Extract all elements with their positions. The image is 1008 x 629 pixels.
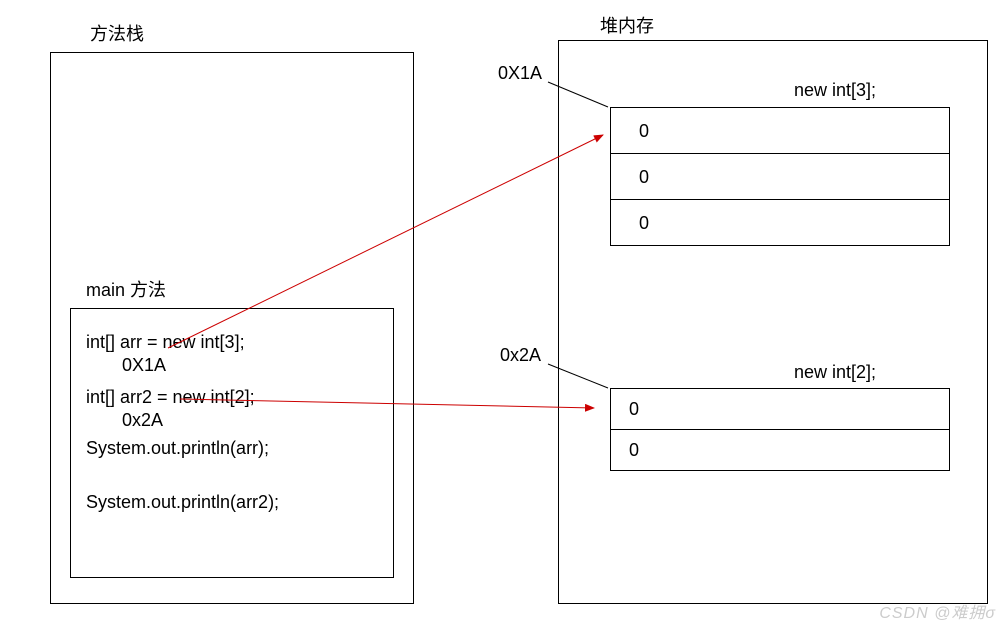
heap2-cell-0: 0 [610,388,950,430]
heap1-cell-1-text: 0 [611,154,949,199]
code-line-4: System.out.println(arr2); [86,492,279,513]
code-addr-2: 0x2A [122,410,163,431]
heap2-cell-0-text: 0 [611,389,949,429]
heap2-cell-1: 0 [610,429,950,471]
code-line-3: System.out.println(arr); [86,438,269,459]
main-method-label: main 方法 [86,276,166,302]
watermark: CSDN @难拥σ [879,599,996,623]
code-addr-1: 0X1A [122,355,166,376]
heap1-cell-0: 0 [610,107,950,154]
heap2-cell-1-text: 0 [611,430,949,470]
heap-decl-2: new int[2]; [794,362,876,383]
code-line-1: int[] arr = new int[3]; [86,332,245,353]
stack-title: 方法栈 [90,20,144,46]
heap-title: 堆内存 [600,12,654,38]
heap1-cell-2: 0 [610,199,950,246]
heap-addr-2: 0x2A [500,345,541,366]
heap1-cell-0-text: 0 [611,108,949,153]
heap-decl-1: new int[3]; [794,80,876,101]
code-line-2: int[] arr2 = new int[2]; [86,387,255,408]
heap1-cell-2-text: 0 [611,200,949,245]
heap-addr-1: 0X1A [498,63,542,84]
heap1-cell-1: 0 [610,153,950,200]
